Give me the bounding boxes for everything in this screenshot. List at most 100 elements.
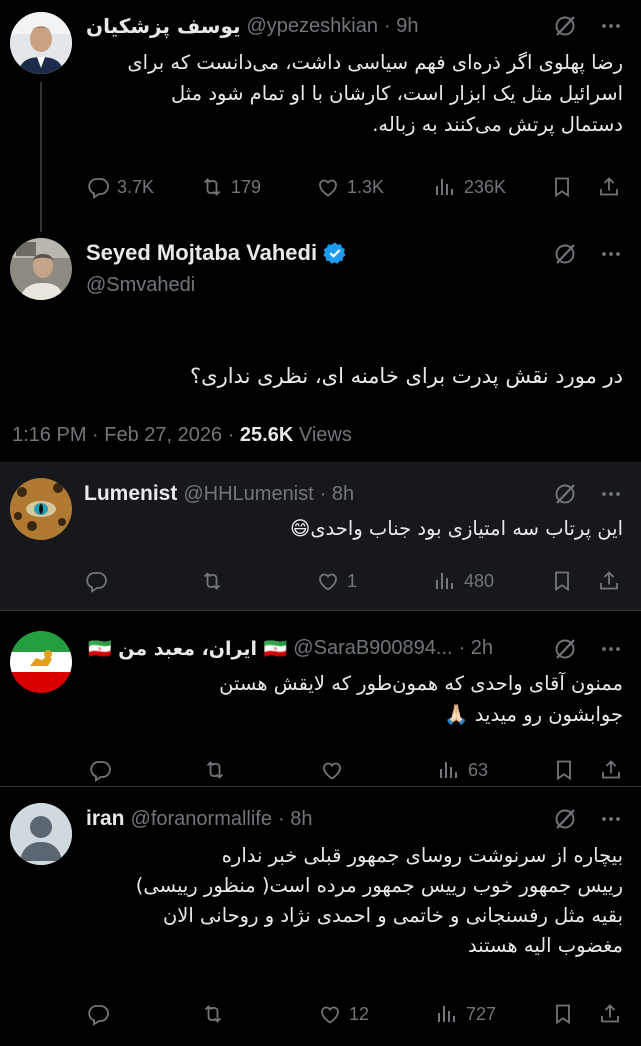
grok-icon[interactable] bbox=[553, 242, 577, 266]
post-time[interactable]: · 2h bbox=[459, 637, 493, 660]
share-icon bbox=[597, 175, 621, 199]
post-timestamp[interactable]: 1:16 PM · Feb 27, 2026 · bbox=[12, 424, 240, 446]
reply-count: 3.7K bbox=[117, 176, 155, 197]
bookmark-button[interactable] bbox=[551, 998, 575, 1030]
grok-icon[interactable] bbox=[553, 482, 577, 506]
bookmark-button[interactable] bbox=[550, 565, 574, 597]
share-button[interactable] bbox=[598, 998, 622, 1030]
views-icon bbox=[435, 1002, 459, 1026]
share-button[interactable] bbox=[597, 171, 621, 203]
tweet-text: رضا پهلوی اگر ذره‌ای فهم سیاسی داشت، می‌… bbox=[83, 47, 623, 140]
more-icon[interactable] bbox=[599, 482, 623, 506]
post-time[interactable]: · 9h bbox=[384, 15, 418, 38]
like-button[interactable]: 1 bbox=[316, 565, 357, 597]
author-handle[interactable]: @HHLumenist bbox=[183, 483, 313, 506]
repost-button[interactable]: 179 bbox=[200, 171, 261, 203]
grok-icon[interactable] bbox=[553, 637, 577, 661]
action-bar: 63 bbox=[0, 754, 641, 786]
views-count: 480 bbox=[464, 570, 495, 591]
repost-button[interactable] bbox=[203, 754, 227, 786]
reply-tweet[interactable]: 🇮🇷 ایران، معبد من 🇮🇷 @SaraB900894... · 2… bbox=[0, 611, 641, 786]
action-bar: 3.7K 179 1.3K 236K bbox=[0, 171, 641, 203]
like-count: 12 bbox=[349, 1003, 370, 1024]
more-icon[interactable] bbox=[599, 242, 623, 266]
views-icon bbox=[437, 758, 461, 782]
grok-icon[interactable] bbox=[553, 807, 577, 831]
author-handle[interactable]: @Smvahedi bbox=[86, 274, 195, 297]
tweet-text: این پرتاب سه امتیازی بود جناب واحدی😄 bbox=[290, 517, 623, 540]
like-count: 1 bbox=[347, 570, 358, 591]
views-button[interactable]: 236K bbox=[433, 171, 506, 203]
reply-icon bbox=[86, 1002, 110, 1026]
reply-tweet[interactable]: Lumenist @HHLumenist · 8h این پرتاب سه ا… bbox=[0, 462, 641, 610]
post-time[interactable]: · 8h bbox=[278, 808, 312, 831]
tweet-text: ممنون آقای واحدی که همون‌طور که لایقش هس… bbox=[83, 668, 623, 730]
author-name[interactable]: یوسف پزشکیان bbox=[86, 14, 241, 38]
avatar[interactable] bbox=[10, 803, 72, 865]
reply-icon bbox=[88, 758, 112, 782]
share-button[interactable] bbox=[599, 754, 623, 786]
author-name[interactable]: Lumenist bbox=[84, 482, 177, 506]
post-time[interactable]: · 8h bbox=[320, 483, 354, 506]
views-label: Views bbox=[293, 424, 352, 446]
like-button[interactable]: 12 bbox=[318, 998, 369, 1030]
author-handle[interactable]: @SaraB900894... bbox=[293, 637, 452, 660]
views-icon bbox=[433, 569, 457, 593]
like-icon bbox=[318, 1002, 342, 1026]
bookmark-icon bbox=[550, 569, 574, 593]
reply-tweet[interactable]: iran @foranormallife · 8h بیچاره از سرنو… bbox=[0, 787, 641, 1046]
reply-button[interactable]: 3.7K bbox=[86, 171, 154, 203]
tweet-line: مغضوب الیه هستند bbox=[468, 934, 623, 957]
avatar[interactable] bbox=[10, 478, 72, 540]
action-bar: 12 727 bbox=[0, 998, 641, 1030]
author-handle[interactable]: @ypezeshkian bbox=[247, 15, 378, 38]
reply-button[interactable] bbox=[84, 565, 108, 597]
tweet-line: دستمال پرتش می‌کنند به زباله. bbox=[372, 113, 623, 136]
avatar[interactable] bbox=[10, 631, 72, 693]
like-button[interactable]: 1.3K bbox=[316, 171, 384, 203]
tweet-line: بیچاره از سرنوشت روسای جمهور قبلی خبر ند… bbox=[221, 844, 623, 867]
tweet-line: رییس جمهور خوب رییس جمهور مرده است( منظو… bbox=[135, 874, 623, 897]
like-icon bbox=[320, 758, 344, 782]
avatar[interactable] bbox=[10, 238, 72, 300]
bookmark-button[interactable] bbox=[552, 754, 576, 786]
views-count: 727 bbox=[466, 1003, 497, 1024]
tweet-parent[interactable]: یوسف پزشکیان @ypezeshkian · 9h رضا پهلوی… bbox=[0, 0, 641, 232]
views-icon bbox=[433, 175, 457, 199]
repost-icon bbox=[203, 758, 227, 782]
verified-badge-icon bbox=[323, 241, 347, 265]
tweet-line: اسرائیل مثل یک ابزار است، کارشان با او ت… bbox=[171, 82, 623, 105]
author-name[interactable]: Seyed Mojtaba Vahedi bbox=[86, 240, 317, 266]
repost-count: 179 bbox=[231, 176, 262, 197]
author-name[interactable]: 🇮🇷 ایران، معبد من 🇮🇷 bbox=[88, 637, 287, 660]
repost-button[interactable] bbox=[201, 998, 225, 1030]
action-bar: 1 480 bbox=[0, 565, 641, 597]
more-icon[interactable] bbox=[599, 637, 623, 661]
more-icon[interactable] bbox=[599, 14, 623, 38]
share-icon bbox=[598, 1002, 622, 1026]
reply-icon bbox=[84, 569, 108, 593]
grok-icon[interactable] bbox=[553, 14, 577, 38]
reply-button[interactable] bbox=[86, 998, 110, 1030]
like-icon bbox=[316, 175, 340, 199]
tweet-line: رضا پهلوی اگر ذره‌ای فهم سیاسی داشت، می‌… bbox=[127, 51, 623, 74]
reply-button[interactable] bbox=[88, 754, 112, 786]
like-button[interactable] bbox=[320, 754, 344, 786]
tweet-text: در مورد نقش پدرت برای خامنه ای، نظری ندا… bbox=[189, 364, 623, 388]
repost-button[interactable] bbox=[200, 565, 224, 597]
avatar[interactable] bbox=[10, 12, 72, 74]
share-button[interactable] bbox=[597, 565, 621, 597]
views-button[interactable]: 63 bbox=[437, 754, 488, 786]
author-handle[interactable]: @foranormallife bbox=[131, 808, 272, 831]
bookmark-button[interactable] bbox=[550, 171, 574, 203]
author-name[interactable]: iran bbox=[86, 807, 125, 831]
post-meta: 1:16 PM · Feb 27, 2026 · 25.6K Views bbox=[12, 424, 352, 447]
views-count: 63 bbox=[468, 759, 489, 780]
reply-icon bbox=[86, 175, 110, 199]
like-count: 1.3K bbox=[347, 176, 385, 197]
tweet-line: جوابشون رو میدید 🙏🏻 bbox=[444, 703, 623, 726]
views-button[interactable]: 480 bbox=[433, 565, 494, 597]
more-icon[interactable] bbox=[599, 807, 623, 831]
thread-line bbox=[40, 82, 42, 232]
views-button[interactable]: 727 bbox=[435, 998, 496, 1030]
